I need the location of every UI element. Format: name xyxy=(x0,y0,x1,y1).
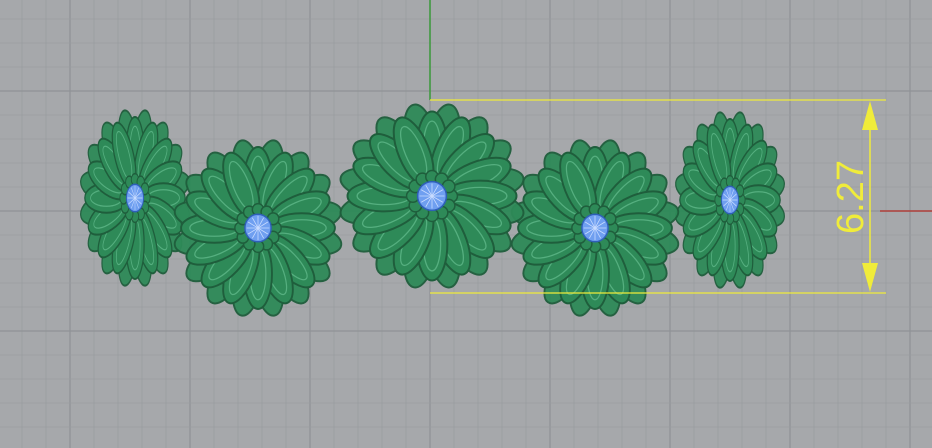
flower-element[interactable] xyxy=(172,137,344,318)
flower-element[interactable] xyxy=(674,109,786,290)
dimension-value: 6.27 xyxy=(830,160,872,234)
rhino-viewport[interactable]: 6.27 xyxy=(0,0,932,448)
flower-element[interactable] xyxy=(337,101,526,290)
flower-ring-model[interactable] xyxy=(79,101,786,318)
flower-element[interactable] xyxy=(79,107,191,288)
viewport-canvas[interactable]: 6.27 xyxy=(0,0,932,448)
dimension-arrow-top-icon xyxy=(862,101,878,130)
dimension-arrow-bottom-icon xyxy=(862,263,878,292)
flower-element[interactable] xyxy=(509,137,681,318)
